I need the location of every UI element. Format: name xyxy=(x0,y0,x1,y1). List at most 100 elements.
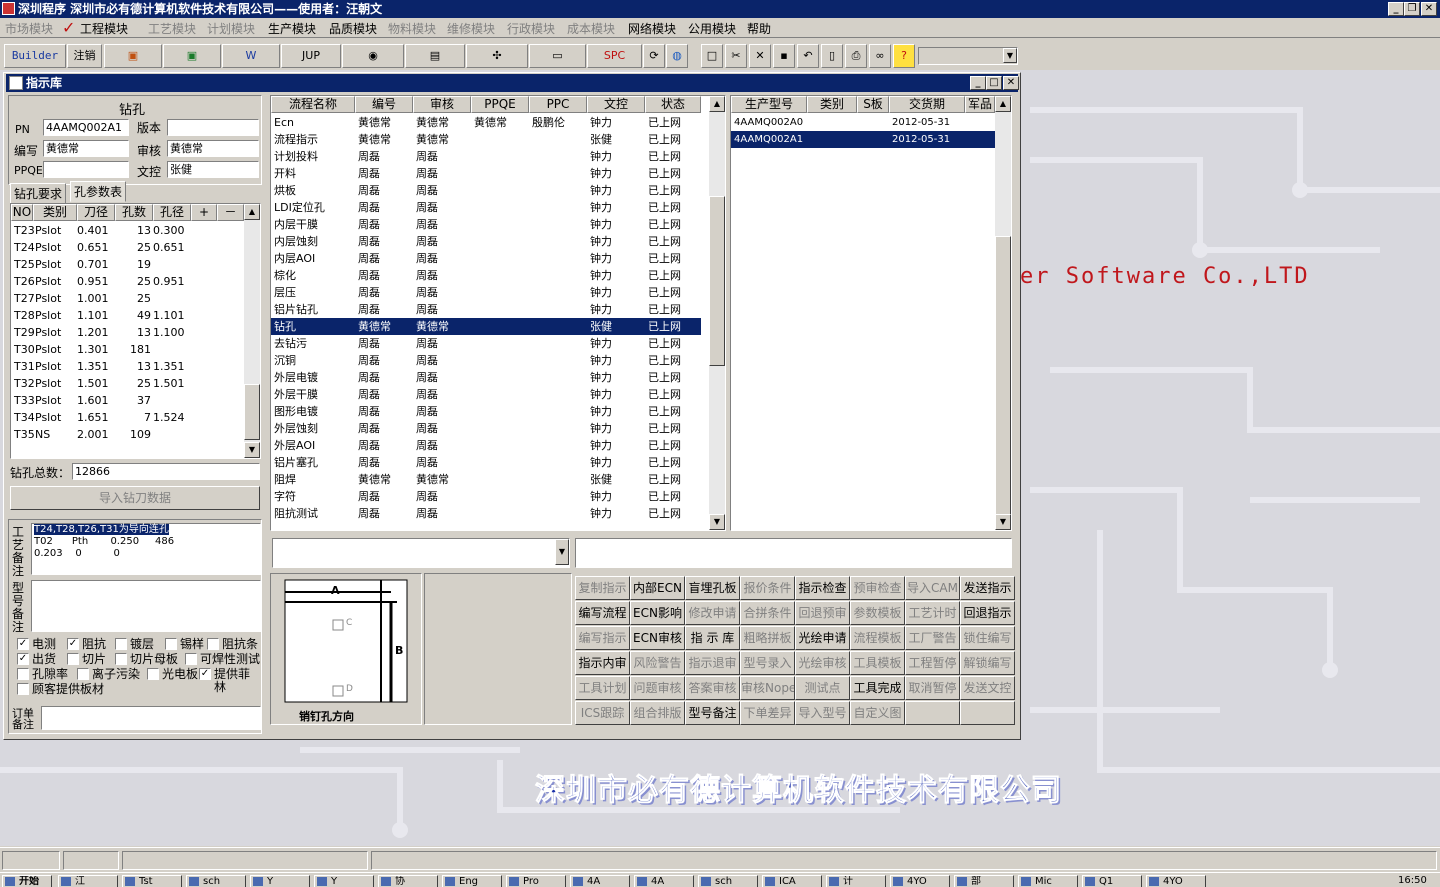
action-button[interactable]: 工具完成 xyxy=(850,676,905,700)
menu-item[interactable]: 生产模块 xyxy=(268,20,316,37)
action-button[interactable]: 导入CAM xyxy=(905,576,960,600)
tab-drill-requirements[interactable]: 钻孔要求 xyxy=(10,183,67,204)
menu-item[interactable]: 物料模块 xyxy=(388,20,436,37)
scroll-down-icon[interactable]: ▼ xyxy=(244,442,260,458)
action-button[interactable]: 预审检查 xyxy=(850,576,905,600)
action-button[interactable]: 参数模板 xyxy=(850,601,905,625)
table-row[interactable]: 阻抗测试 周磊 周磊 钟力 已上网 xyxy=(271,505,701,522)
grid-header[interactable]: PPQE xyxy=(471,96,529,113)
table-row[interactable]: 4AAMQ002A0 2012-05-31 xyxy=(731,114,995,131)
tab-hole-params[interactable]: 孔参数表 xyxy=(70,181,127,202)
restore-button[interactable]: ❐ xyxy=(1404,2,1420,16)
action-button[interactable]: 型号备注 xyxy=(685,701,740,725)
help-icon[interactable]: ? xyxy=(893,44,915,68)
checkbox-empty-icon[interactable] xyxy=(165,638,177,650)
grid-header[interactable]: 编号 xyxy=(355,96,413,113)
checkbox[interactable]: ✓ 阻抗 xyxy=(67,638,106,651)
table-row[interactable]: 铝片塞孔 周磊 周磊 钟力 已上网 xyxy=(271,454,701,471)
grid-header[interactable]: 孔数 xyxy=(115,204,153,221)
checkbox[interactable]: 顾客提供板材 xyxy=(17,683,104,696)
action-button[interactable]: 光绘申请 xyxy=(795,626,850,650)
taskbar-item[interactable]: Q1 xyxy=(1082,875,1142,887)
table-row[interactable]: 棕化 周磊 周磊 钟力 已上网 xyxy=(271,267,701,284)
action-button[interactable]: 合拼条件 xyxy=(740,601,795,625)
action-button[interactable]: 锁住编写 xyxy=(960,626,1015,650)
action-button[interactable]: 回退预审 xyxy=(795,601,850,625)
action-button[interactable]: 自定义图 xyxy=(850,701,905,725)
table-row[interactable]: T35 NS 2.001 109 xyxy=(11,426,244,443)
menu-item[interactable]: 网络模块 xyxy=(628,20,676,37)
grid-header[interactable]: PPC xyxy=(529,96,587,113)
globe-icon[interactable]: ◍ xyxy=(666,44,688,68)
taskbar-item[interactable]: sch xyxy=(698,875,758,887)
table-row[interactable]: 外层干膜 周磊 周磊 钟力 已上网 xyxy=(271,386,701,403)
action-button[interactable]: 粗略拼板 xyxy=(740,626,795,650)
action-button[interactable]: 工具模板 xyxy=(850,651,905,675)
network-icon[interactable]: ✣ xyxy=(466,44,528,68)
action-button[interactable]: 回退指示 xyxy=(960,601,1015,625)
action-button[interactable]: 发送文控 xyxy=(960,676,1015,700)
window-maximize-button[interactable]: □ xyxy=(986,76,1002,90)
save-icon[interactable]: ▪ xyxy=(773,44,795,68)
spc-button[interactable]: SPC xyxy=(587,44,642,68)
order-note-field[interactable] xyxy=(41,706,261,730)
scroll-up-icon[interactable]: ▲ xyxy=(995,96,1011,112)
table-row[interactable]: 沉铜 周磊 周磊 钟力 已上网 xyxy=(271,352,701,369)
taskbar-item[interactable]: sch xyxy=(186,875,246,887)
grid-header[interactable]: 流程名称 xyxy=(271,96,355,113)
table-row[interactable]: T27 Pslot 1.001 25 xyxy=(11,290,244,307)
action-button[interactable]: ICS跟踪 xyxy=(575,701,630,725)
taskbar-item[interactable]: 部 xyxy=(954,875,1014,887)
action-button[interactable]: 解锁编写 xyxy=(960,651,1015,675)
window-close-button[interactable]: ✕ xyxy=(1003,76,1019,90)
taskbar-item[interactable]: Y xyxy=(250,875,310,887)
taskbar-item[interactable]: 4YO xyxy=(890,875,950,887)
taskbar-item[interactable]: 4YO xyxy=(1146,875,1206,887)
model-note-field[interactable] xyxy=(31,580,261,632)
table-row[interactable]: T33 Pslot 1.601 37 xyxy=(11,392,244,409)
grid-header[interactable]: S板 xyxy=(857,96,889,113)
grid-header[interactable]: 生产型号 xyxy=(731,96,807,113)
table-row[interactable]: Ecn 黄德常 黄德常 黄德常 殷鹏伦 钟力 已上网 xyxy=(271,114,701,131)
vertical-scrollbar[interactable]: ▲ ▼ xyxy=(709,96,725,530)
grid-header[interactable]: － xyxy=(217,204,244,221)
checkbox[interactable]: ✓ 电测 xyxy=(17,638,56,651)
menu-item[interactable]: 行政模块 xyxy=(507,20,555,37)
flow-combo[interactable]: ▼ xyxy=(272,538,570,568)
table-row[interactable]: 流程指示 黄德常 黄德常 张健 已上网 xyxy=(271,131,701,148)
checkbox-checked-icon[interactable]: ✓ xyxy=(199,668,211,680)
action-button[interactable]: 盲埋孔板 xyxy=(685,576,740,600)
table-row[interactable]: T23 Pslot 0.401 13 0.300 xyxy=(11,222,244,239)
table-row[interactable]: 层压 周磊 周磊 钟力 已上网 xyxy=(271,284,701,301)
taskbar-item[interactable]: 4A xyxy=(634,875,694,887)
action-button[interactable]: 风险警告 xyxy=(630,651,685,675)
action-button[interactable]: ECN影响 xyxy=(630,601,685,625)
taskbar-item[interactable]: 江 xyxy=(58,875,118,887)
action-button[interactable] xyxy=(905,701,960,725)
checkbox[interactable]: 锡样 xyxy=(165,638,204,651)
action-button[interactable]: 组合排版 xyxy=(630,701,685,725)
table-row[interactable]: 去钻污 周磊 周磊 钟力 已上网 xyxy=(271,335,701,352)
author-field[interactable]: 黄德常 xyxy=(43,140,129,157)
import-drill-button[interactable]: 导入钻刀数据 xyxy=(10,486,260,510)
scroll-thumb[interactable] xyxy=(995,236,1011,526)
action-button[interactable]: 测试点 xyxy=(795,676,850,700)
chevron-down-icon[interactable]: ▼ xyxy=(1003,48,1017,63)
action-button[interactable]: 导入型号 xyxy=(795,701,850,725)
doc-field[interactable]: 张健 xyxy=(167,161,259,178)
table-row[interactable]: 字符 周磊 周磊 钟力 已上网 xyxy=(271,488,701,505)
checkbox[interactable]: 孔隙率 xyxy=(17,668,68,681)
checkbox[interactable]: 切片 xyxy=(67,653,106,666)
action-button[interactable]: 修改申请 xyxy=(685,601,740,625)
grid-header[interactable]: 审核 xyxy=(413,96,471,113)
checkbox[interactable]: ✓ 出货 xyxy=(17,653,56,666)
preview-icon[interactable]: ▯ xyxy=(821,44,843,68)
table-row[interactable]: 4AAMQ002A1 2012-05-31 xyxy=(731,131,995,148)
checkbox-empty-icon[interactable] xyxy=(207,638,219,650)
flow-grid[interactable]: 流程名称 编号 审核 PPQE PPC 文控 状态 Ecn 黄德常 黄德常 黄德常 殷鹏伦 钟力 已上网流… xyxy=(270,95,726,531)
menu-item[interactable]: 帮助 xyxy=(747,20,771,37)
taskbar-item[interactable]: 4A xyxy=(570,875,630,887)
menu-item[interactable]: 工程模块 xyxy=(80,20,128,37)
review-field[interactable]: 黄德常 xyxy=(167,140,259,157)
table-row[interactable]: 图形电镀 周磊 周磊 钟力 已上网 xyxy=(271,403,701,420)
